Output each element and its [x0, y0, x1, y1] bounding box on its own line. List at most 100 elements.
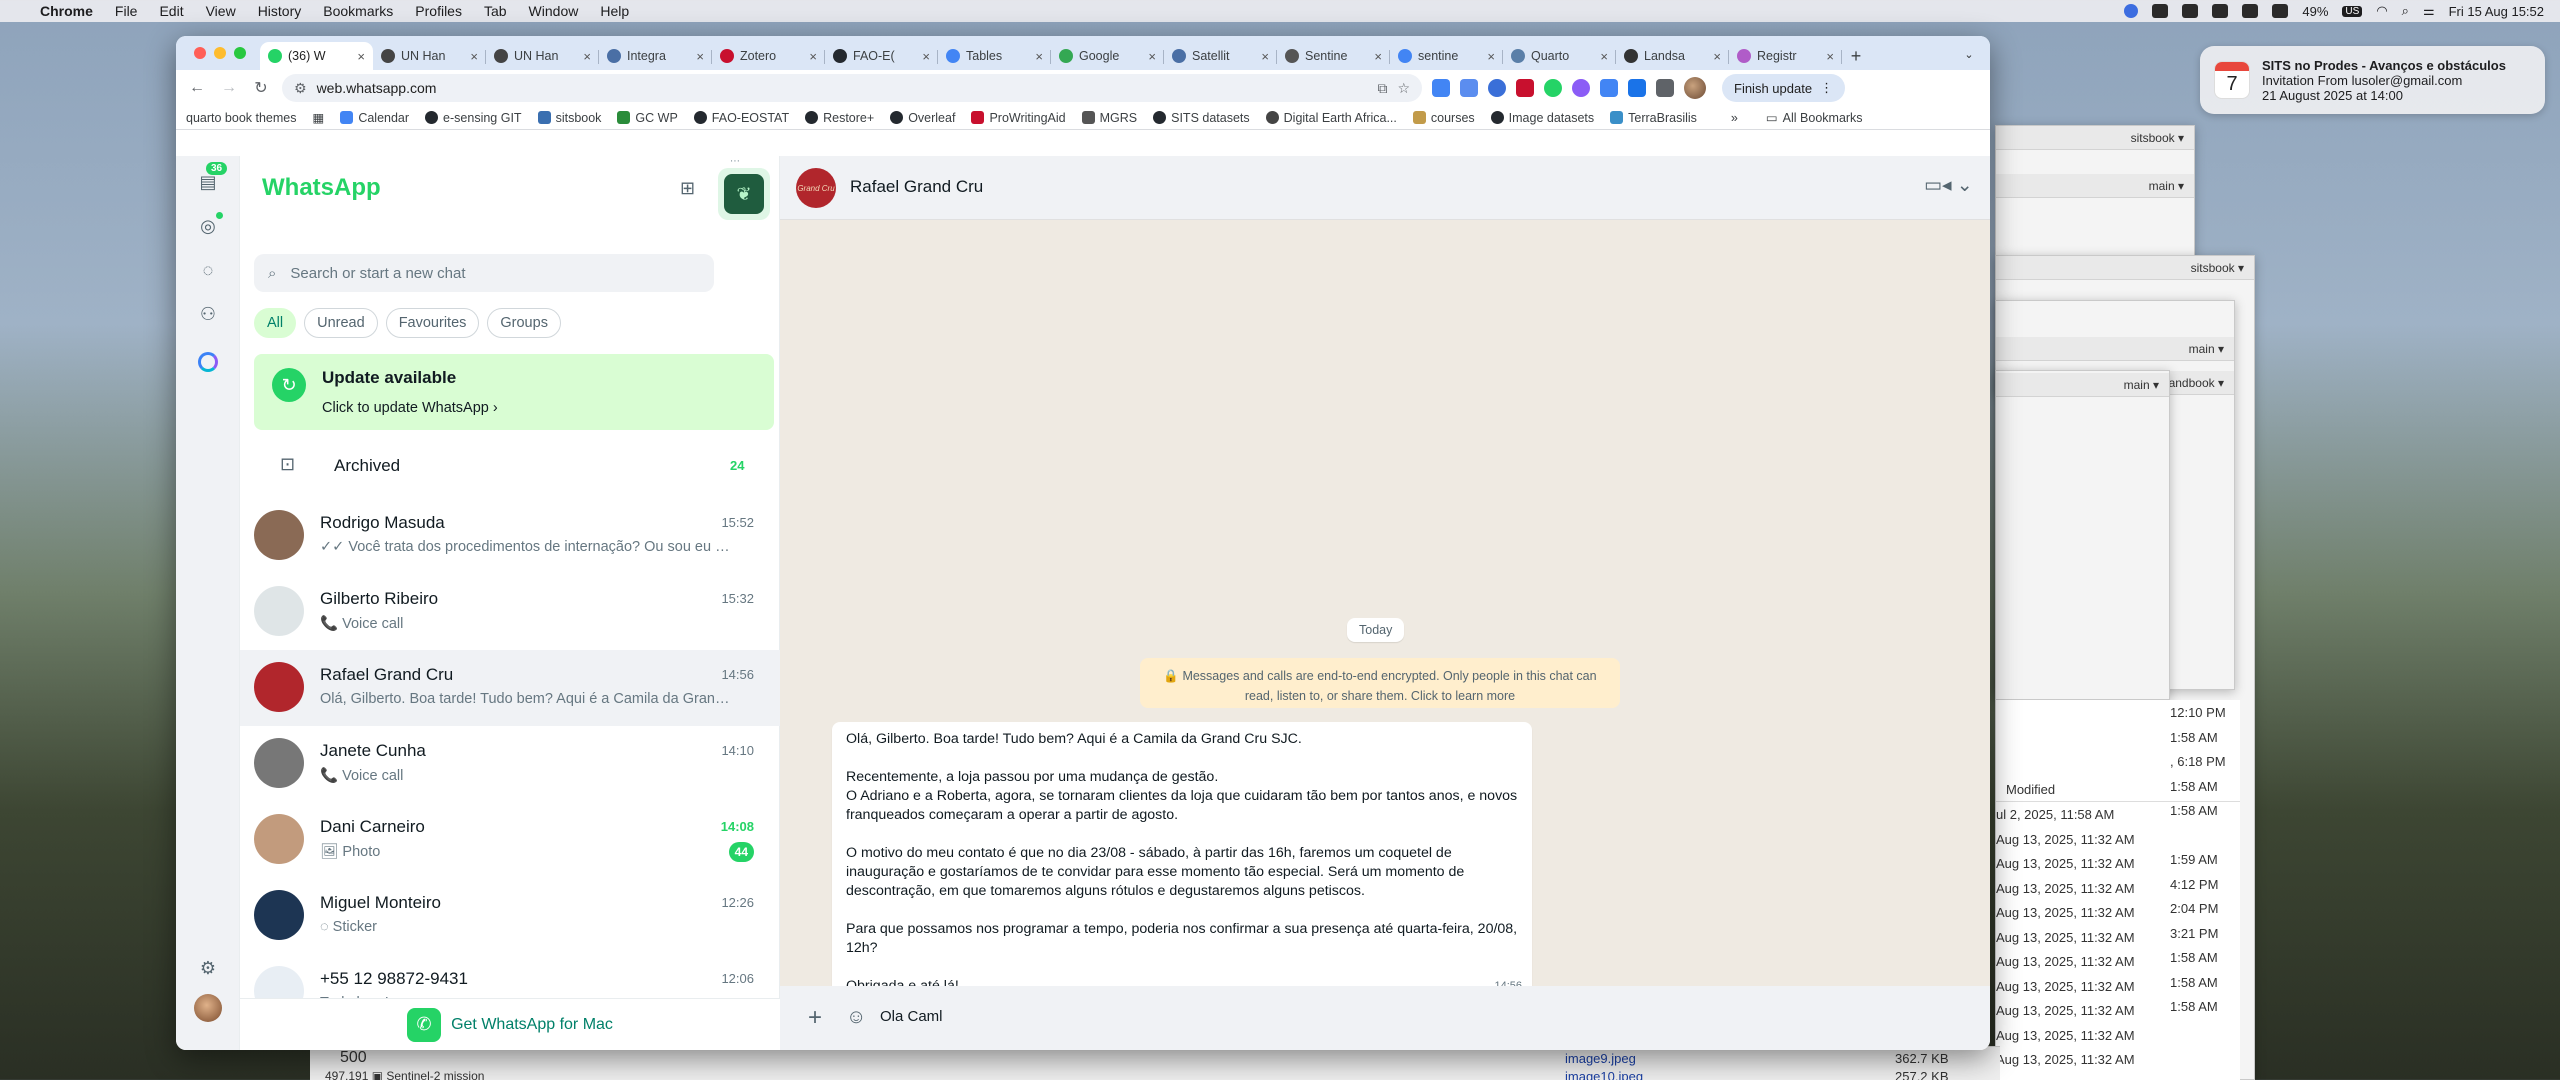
close-window-button[interactable] — [194, 47, 206, 59]
bookmark-item[interactable]: Calendar — [340, 111, 409, 125]
menu-view[interactable]: View — [206, 3, 236, 19]
contact-avatar[interactable]: Grand Cru — [796, 168, 836, 208]
filter-favourites[interactable]: Favourites — [385, 308, 480, 338]
channels-icon[interactable]: ◌ — [196, 258, 220, 282]
drag-handle[interactable]: ⋯ — [730, 156, 740, 167]
profile-avatar[interactable] — [194, 994, 222, 1022]
status-icon-4[interactable] — [2242, 4, 2259, 18]
filter-groups[interactable]: Groups — [487, 308, 561, 338]
tab-close-icon[interactable]: × — [470, 49, 478, 64]
wifi-icon[interactable]: ◠ — [2376, 3, 2387, 19]
tab-close-icon[interactable]: × — [357, 49, 365, 64]
browser-tab[interactable]: Landsa × — [1616, 42, 1729, 70]
bookmark-item[interactable]: Image datasets — [1490, 111, 1594, 125]
meta-ai-icon[interactable] — [196, 350, 220, 374]
tab-close-icon[interactable]: × — [1487, 49, 1495, 64]
browser-tab[interactable]: Google × — [1051, 42, 1164, 70]
search-input[interactable]: Search or start a new chat — [290, 265, 465, 282]
meta-ai-tile[interactable]: ❦ — [718, 168, 770, 220]
conversation-header[interactable]: Grand Cru Rafael Grand Cru ▭◂ ⌄ ⌕ ⋮ — [780, 156, 1990, 220]
chat-list-item[interactable]: Rodrigo Masuda 15:52 ✓✓ Você trata dos pro… — [240, 498, 780, 574]
battery-percent[interactable]: 49% — [2302, 4, 2328, 19]
tab-close-icon[interactable]: × — [1600, 49, 1608, 64]
extensions-puzzle-icon[interactable] — [1656, 79, 1674, 97]
zoom-status-icon[interactable] — [2124, 4, 2139, 18]
control-center-icon[interactable]: ⚌ — [2423, 3, 2435, 19]
bookmark-star-icon[interactable]: ☆ — [1397, 80, 1410, 97]
branch-main[interactable]: main — [2149, 179, 2175, 193]
filter-all[interactable]: All — [254, 308, 297, 338]
encryption-notice[interactable]: 🔒 Messages and calls are end-to-end encr… — [1140, 658, 1620, 708]
translate-extension-icon[interactable] — [1600, 79, 1618, 97]
branch-sitsbook[interactable]: sitsbook — [2131, 131, 2175, 145]
apps-grid-icon[interactable]: ▦ — [313, 110, 325, 125]
video-call-icon[interactable]: ▭◂ ⌄ — [1924, 174, 1973, 197]
menu-history[interactable]: History — [258, 3, 302, 19]
status-icon-1[interactable] — [2152, 4, 2169, 18]
new-tab-button[interactable]: + — [1842, 42, 1870, 70]
extension-icon-2[interactable] — [1460, 79, 1478, 97]
tab-search-chevron-icon[interactable]: ⌄ — [1958, 44, 1980, 64]
menu-tab[interactable]: Tab — [484, 3, 507, 19]
whatsapp-extension-icon[interactable] — [1544, 79, 1562, 97]
menu-file[interactable]: File — [115, 3, 138, 19]
install-app-icon[interactable]: ⧉ — [1377, 80, 1387, 97]
menu-help[interactable]: Help — [600, 3, 629, 19]
extension-icon-3[interactable] — [1488, 79, 1506, 97]
reload-button[interactable]: ↻ — [250, 78, 272, 98]
menu-window[interactable]: Window — [529, 3, 579, 19]
zotero-extension-icon[interactable] — [1516, 79, 1534, 97]
site-info-icon[interactable]: ⚙ — [294, 80, 307, 97]
browser-tab[interactable]: Tables × — [938, 42, 1051, 70]
bookmark-item[interactable]: quarto book themes — [186, 111, 297, 125]
status-icon-3[interactable] — [2212, 4, 2229, 18]
communities-icon[interactable]: ⚇ — [196, 302, 220, 326]
bookmark-item[interactable]: Restore+ — [805, 111, 874, 125]
url-text[interactable]: web.whatsapp.com — [317, 80, 1368, 96]
menu-edit[interactable]: Edit — [159, 3, 183, 19]
update-link[interactable]: Click to update WhatsApp › — [322, 400, 498, 416]
bookmarks-overflow-icon[interactable]: » — [1731, 111, 1738, 125]
extension-icon-5[interactable] — [1628, 79, 1646, 97]
input-source[interactable]: US — [2342, 5, 2363, 17]
bookmark-item[interactable]: FAO-EOSTAT — [693, 111, 789, 125]
tab-close-icon[interactable]: × — [1148, 49, 1156, 64]
address-bar[interactable]: ⚙ web.whatsapp.com ⧉ ☆ — [282, 74, 1422, 102]
browser-tab[interactable]: Zotero × — [712, 42, 825, 70]
bookmark-item[interactable]: Digital Earth Africa... — [1265, 111, 1397, 125]
browser-tab[interactable]: Quarto × — [1503, 42, 1616, 70]
tab-close-icon[interactable]: × — [809, 49, 817, 64]
zoom-window-button[interactable] — [234, 47, 246, 59]
tab-close-icon[interactable]: × — [696, 49, 704, 64]
branch-main-3[interactable]: main — [2124, 378, 2150, 392]
attach-plus-icon[interactable]: + — [808, 1004, 822, 1032]
bookmark-item[interactable]: Overleaf — [890, 111, 955, 125]
background-window-4[interactable]: main ▾ — [1995, 370, 2170, 700]
browser-tab[interactable]: Registr × — [1729, 42, 1842, 70]
browser-tab[interactable]: UN Han × — [486, 42, 599, 70]
status-icon-2[interactable] — [2182, 4, 2199, 18]
tab-close-icon[interactable]: × — [583, 49, 591, 64]
spotlight-icon[interactable]: ⌕ — [2402, 3, 2409, 19]
extension-icon-4[interactable] — [1572, 79, 1590, 97]
browser-tab[interactable]: Integra × — [599, 42, 712, 70]
profile-avatar[interactable] — [1684, 77, 1706, 99]
branch-main-2[interactable]: main — [2189, 342, 2215, 356]
extension-icon-1[interactable] — [1432, 79, 1450, 97]
browser-tab[interactable]: (36) W × — [260, 42, 373, 70]
forward-button[interactable]: → — [218, 79, 240, 97]
chat-list-item[interactable]: Miguel Monteiro 12:26 ◌ Sticker — [240, 878, 780, 954]
get-whatsapp-for-mac[interactable]: ✆ Get WhatsApp for Mac — [240, 998, 780, 1050]
bookmark-item[interactable]: ProWritingAid — [971, 111, 1066, 125]
status-icon-5[interactable] — [2272, 4, 2289, 18]
chat-list-item[interactable]: Rafael Grand Cru 14:56 Olá, Gilberto. Boa … — [240, 650, 780, 726]
bookmark-item[interactable]: SITS datasets — [1153, 111, 1250, 125]
tab-close-icon[interactable]: × — [922, 49, 930, 64]
tab-close-icon[interactable]: × — [1374, 49, 1382, 64]
bookmark-item[interactable]: GC WP — [617, 111, 678, 125]
bookmark-item[interactable]: courses — [1412, 111, 1475, 125]
clock[interactable]: Fri 15 Aug 15:52 — [2449, 4, 2544, 19]
incoming-message[interactable]: Olá, Gilberto. Boa tarde! Tudo bem? Aqui… — [832, 722, 1532, 1000]
chat-list-item[interactable]: Janete Cunha 14:10 📞 Voice call — [240, 726, 780, 802]
bookmark-item[interactable]: e-sensing GIT — [425, 111, 522, 125]
